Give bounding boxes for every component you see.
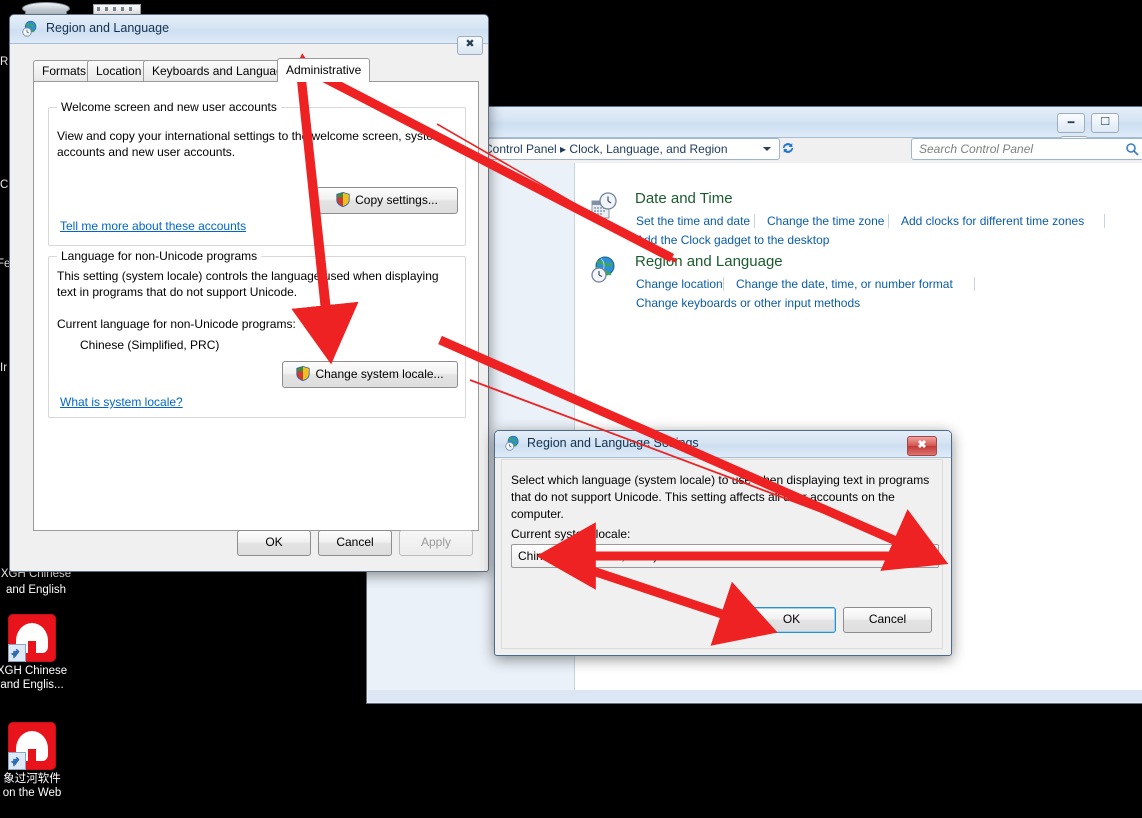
non-unicode-description: This setting (system locale) controls th… bbox=[57, 269, 439, 299]
clock-calendar-icon bbox=[589, 191, 619, 221]
globe-clock-icon bbox=[589, 255, 619, 285]
desktop-icon-label: 象过河软件 on the Web bbox=[2, 773, 62, 799]
link-change-the-time-zone[interactable]: Change the time zone bbox=[767, 214, 884, 228]
tab-label: Keyboards and Languages bbox=[152, 64, 296, 78]
copy-settings-button[interactable]: Copy settings... bbox=[316, 187, 458, 214]
link-separator bbox=[723, 277, 724, 291]
desktop-edge-label-c: C bbox=[0, 179, 9, 191]
change-system-locale-label: Change system locale... bbox=[315, 367, 444, 381]
elephant-icon: ↱ bbox=[8, 614, 56, 662]
welcome-screen-group-label: Welcome screen and new user accounts bbox=[57, 100, 281, 114]
globe-clock-icon bbox=[504, 435, 521, 452]
elephant-icon: ↱ bbox=[8, 722, 56, 770]
globe-clock-icon bbox=[21, 20, 39, 38]
notepad-holes bbox=[97, 7, 133, 11]
non-unicode-group-label: Language for non-Unicode programs bbox=[57, 249, 262, 263]
current-system-locale-label: Current system locale: bbox=[511, 527, 631, 541]
settings-cancel-button[interactable]: Cancel bbox=[843, 607, 932, 633]
region-and-language-dialog[interactable]: Region and Language ✖ Formats Location K… bbox=[9, 14, 489, 572]
chevron-down-icon[interactable] bbox=[921, 545, 938, 567]
link-separator bbox=[888, 214, 889, 228]
settings-ok-button[interactable]: OK bbox=[747, 607, 836, 633]
tab-formats[interactable]: Formats bbox=[33, 60, 96, 82]
maximize-button[interactable]: ☐ bbox=[1091, 113, 1120, 133]
copy-settings-label: Copy settings... bbox=[355, 193, 438, 207]
chevron-down-icon[interactable] bbox=[763, 147, 771, 151]
system-locale-value: Chinese (Simplified, PRC) bbox=[518, 549, 658, 563]
link-separator bbox=[1104, 214, 1105, 228]
minimize-button[interactable]: ━ bbox=[1057, 113, 1085, 133]
close-icon: ✖ bbox=[465, 38, 475, 50]
region-dialog-title: Region and Language bbox=[46, 21, 170, 35]
link-add-clocks[interactable]: Add clocks for different time zones bbox=[901, 214, 1084, 228]
link-set-the-time-and-date[interactable]: Set the time and date bbox=[636, 214, 750, 228]
close-icon: ✖ bbox=[917, 439, 927, 451]
link-change-location[interactable]: Change location bbox=[636, 277, 723, 291]
tell-me-more-link[interactable]: Tell me more about these accounts bbox=[60, 219, 246, 233]
minimize-icon: ━ bbox=[1067, 117, 1075, 129]
section-title-date-and-time[interactable]: Date and Time bbox=[635, 190, 733, 207]
desktop-icon-label: XGH Chinese and Englis... bbox=[0, 665, 68, 691]
tab-label: Administrative bbox=[286, 63, 362, 77]
maximize-icon: ☐ bbox=[1100, 116, 1111, 128]
apply-label: Apply bbox=[420, 535, 452, 549]
region-dialog-cancel-button[interactable]: Cancel bbox=[318, 530, 392, 556]
cancel-label: Cancel bbox=[336, 535, 374, 549]
uac-shield-icon bbox=[336, 192, 350, 207]
desktop-edge-label-r: R bbox=[0, 56, 9, 68]
settings-dialog-close-button[interactable]: ✖ bbox=[907, 436, 937, 456]
ok-label: OK bbox=[782, 612, 801, 626]
breadcrumb[interactable]: Control Panel ▸ Clock, Language, and Reg… bbox=[477, 138, 780, 160]
settings-description: Select which language (system locale) to… bbox=[511, 473, 930, 521]
region-dialog-close-button[interactable]: ✖ bbox=[457, 36, 483, 55]
current-language-label: Current language for non-Unicode program… bbox=[57, 317, 296, 331]
welcome-screen-description: View and copy your international setting… bbox=[57, 129, 443, 159]
cancel-label: Cancel bbox=[868, 612, 907, 626]
link-separator bbox=[754, 214, 755, 228]
tab-label: Formats bbox=[42, 64, 87, 78]
link-add-clock-gadget[interactable]: Add the Clock gadget to the desktop bbox=[636, 233, 829, 247]
link-separator bbox=[974, 277, 975, 291]
region-and-language-settings-dialog[interactable]: Region and Language Settings ✖ Select wh… bbox=[494, 430, 952, 656]
search-input[interactable]: Search Control Panel bbox=[911, 138, 1142, 160]
tab-label: Location bbox=[96, 64, 142, 78]
section-title-region-and-language[interactable]: Region and Language bbox=[635, 253, 783, 270]
tab-location[interactable]: Location bbox=[87, 60, 151, 82]
tab-administrative[interactable]: Administrative bbox=[277, 58, 371, 82]
uac-shield-icon bbox=[296, 366, 311, 381]
link-change-date-time-number-format[interactable]: Change the date, time, or number format bbox=[736, 277, 953, 291]
region-dialog-ok-button[interactable]: OK bbox=[237, 530, 311, 556]
change-system-locale-button[interactable]: Change system locale... bbox=[282, 361, 458, 388]
search-icon bbox=[1125, 142, 1139, 156]
search-placeholder: Search Control Panel bbox=[919, 142, 1034, 156]
current-language-value: Chinese (Simplified, PRC) bbox=[80, 338, 220, 352]
system-locale-combobox[interactable]: Chinese (Simplified, PRC) bbox=[511, 544, 939, 568]
what-is-system-locale-link[interactable]: What is system locale? bbox=[60, 395, 183, 409]
desktop-icon-xgh-2[interactable]: ↱ XGH Chinese and Englis... bbox=[0, 614, 80, 692]
link-change-keyboards[interactable]: Change keyboards or other input methods bbox=[636, 296, 860, 310]
breadcrumb-text: Control Panel ▸ Clock, Language, and Reg… bbox=[484, 142, 728, 156]
settings-dialog-title: Region and Language Settings bbox=[527, 436, 699, 450]
desktop-icon-xgh-web[interactable]: ↱ 象过河软件 on the Web bbox=[0, 722, 80, 800]
refresh-icon[interactable] bbox=[780, 140, 796, 156]
control-panel-statusbar bbox=[368, 690, 1142, 702]
region-dialog-apply-button: Apply bbox=[399, 530, 473, 556]
desktop-edge-label-ir: Ir bbox=[0, 362, 8, 374]
region-dialog-tabs[interactable]: Formats Location Keyboards and Languages… bbox=[24, 58, 474, 82]
ok-label: OK bbox=[265, 535, 283, 549]
